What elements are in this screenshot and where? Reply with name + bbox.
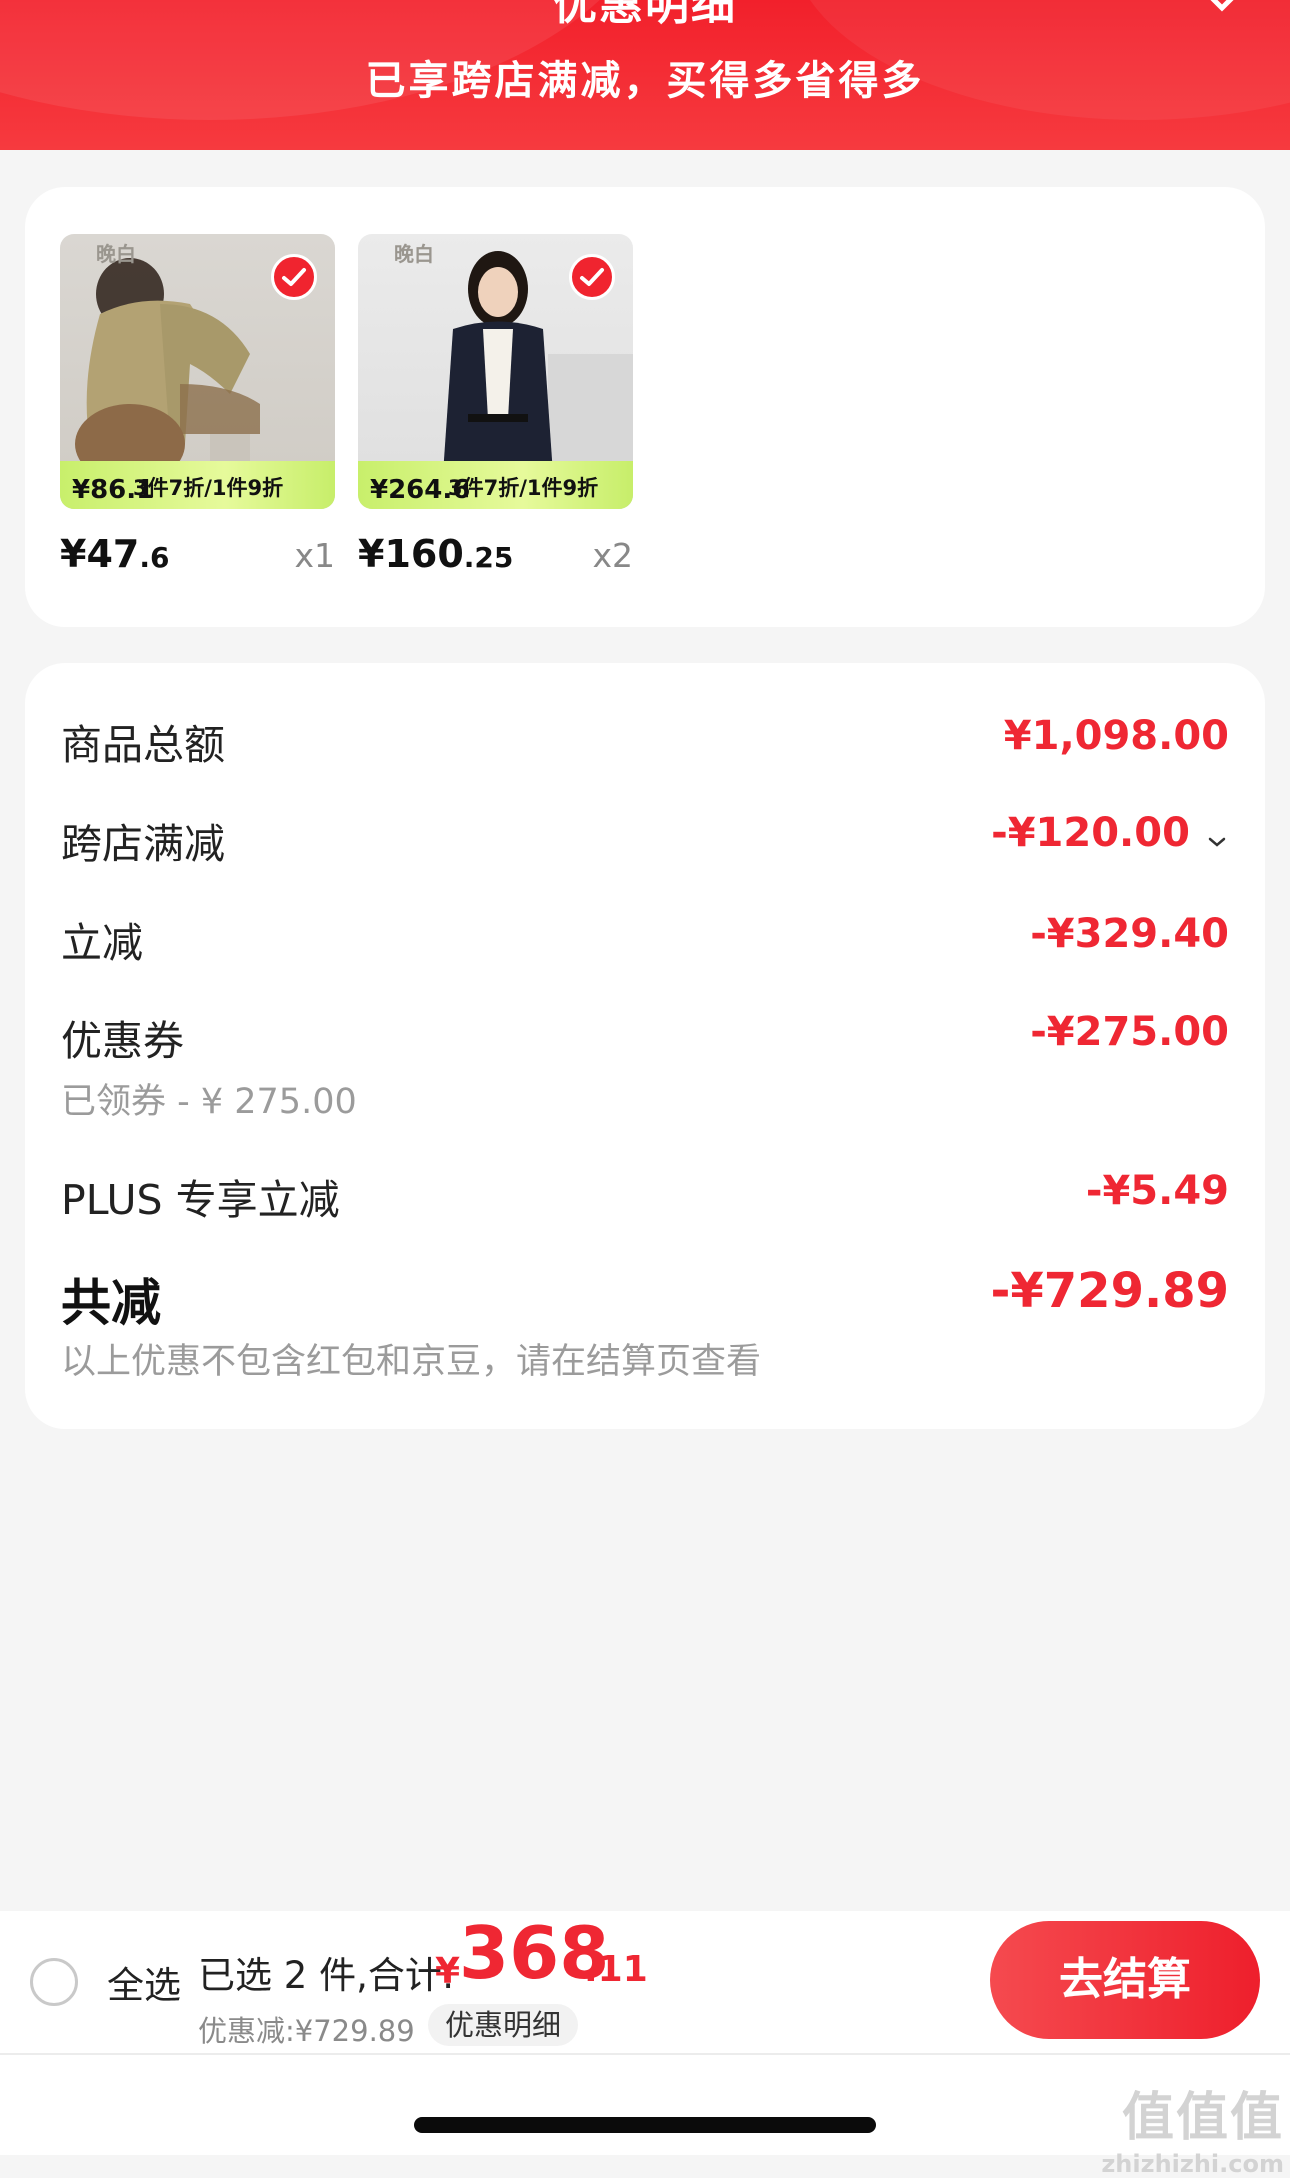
product-quantity: x1 — [294, 536, 335, 575]
cross-store-label: 跨店满减 — [61, 820, 225, 868]
product-item[interactable]: 晚白 ¥86.1 3件7折/1件9折 ¥47.6 x1 — [60, 234, 335, 576]
coupon-sub-text: 已领券 - ¥ 275.00 — [61, 1082, 357, 1122]
product-image[interactable]: 晚白 ¥86.1 3件7折/1件9折 — [60, 234, 335, 509]
goods-total-label: 商品总额 — [61, 721, 225, 769]
products-card: 晚白 ¥86.1 3件7折/1件9折 ¥47.6 x1 晚白 ¥264.6 3件… — [25, 187, 1265, 627]
promo-strip: ¥264.6 3件7折/1件9折 — [358, 461, 633, 509]
product-image[interactable]: 晚白 ¥264.6 3件7折/1件9折 — [358, 234, 633, 509]
plus-discount-value: -¥5.49 — [1085, 1168, 1229, 1214]
chevron-down-icon[interactable] — [1205, 830, 1229, 854]
product-quantity: x2 — [592, 536, 633, 575]
cross-store-value: -¥120.00 — [991, 810, 1190, 856]
watermark: 值值值 zhizhizhi.com — [1101, 2075, 1284, 2178]
brand-logo: 晚白 — [96, 242, 136, 266]
product-price: ¥47.6 — [60, 532, 170, 576]
discount-detail-button[interactable]: 优惠明细 — [428, 2004, 578, 2046]
select-all-checkbox[interactable] — [30, 1958, 78, 2006]
instant-discount-value: -¥329.40 — [1030, 911, 1229, 957]
page-title: 优惠明细 — [553, 0, 737, 30]
product-price: ¥160.25 — [358, 532, 514, 576]
promo-text: 3件7折/1件9折 — [133, 476, 284, 500]
checkout-bar: 全选 已选 2 件,合计: ¥ 368 .11 优惠减:¥729.89 优惠明细… — [0, 1911, 1290, 2053]
promo-strip: ¥86.1 3件7折/1件9折 — [60, 461, 335, 509]
goods-total-value: ¥1,098.00 — [1003, 713, 1229, 759]
home-indicator-area: 值值值 zhizhizhi.com — [0, 2055, 1290, 2178]
checkout-button[interactable]: 去结算 — [990, 1921, 1260, 2039]
plus-discount-label: PLUS 专享立减 — [61, 1176, 340, 1224]
discount-summary-card: 商品总额 ¥1,098.00 跨店满减 -¥120.00 立减 -¥329.40… — [25, 663, 1265, 1429]
coupon-label: 优惠券 — [61, 1017, 184, 1065]
selected-count-text: 已选 2 件,合计: — [198, 1954, 455, 1997]
select-all-label[interactable]: 全选 — [107, 1955, 181, 2009]
home-indicator[interactable] — [414, 2117, 876, 2133]
selected-check-icon[interactable] — [271, 254, 317, 300]
product-item[interactable]: 晚白 ¥264.6 3件7折/1件9折 ¥160.25 x2 — [358, 234, 633, 576]
total-discount-label: 共减 — [61, 1274, 161, 1332]
total-amount-decimal: .11 — [584, 1949, 648, 1990]
watermark-logo: 值值值 — [1121, 2088, 1284, 2148]
close-icon[interactable] — [1192, 0, 1252, 24]
coupon-value: -¥275.00 — [1030, 1009, 1229, 1055]
brand-logo: 晚白 — [394, 242, 434, 266]
total-currency: ¥ — [435, 1951, 461, 1992]
watermark-url: zhizhizhi.com — [1101, 2150, 1284, 2178]
cross-store-row-value[interactable]: -¥120.00 — [991, 810, 1229, 856]
total-discount-value: -¥729.89 — [990, 1263, 1229, 1319]
discount-amount-text: 优惠减:¥729.89 — [198, 2014, 415, 2048]
selected-check-icon[interactable] — [569, 254, 615, 300]
instant-discount-label: 立减 — [61, 919, 143, 967]
discount-note: 以上优惠不包含红包和京豆，请在结算页查看 — [61, 1342, 762, 1382]
header-banner: 优惠明细 已享跨店满减，买得多省得多 — [0, 0, 1290, 150]
page-subtitle: 已享跨店满减，买得多省得多 — [365, 58, 925, 104]
promo-text: 3件7折/1件9折 — [448, 476, 599, 500]
